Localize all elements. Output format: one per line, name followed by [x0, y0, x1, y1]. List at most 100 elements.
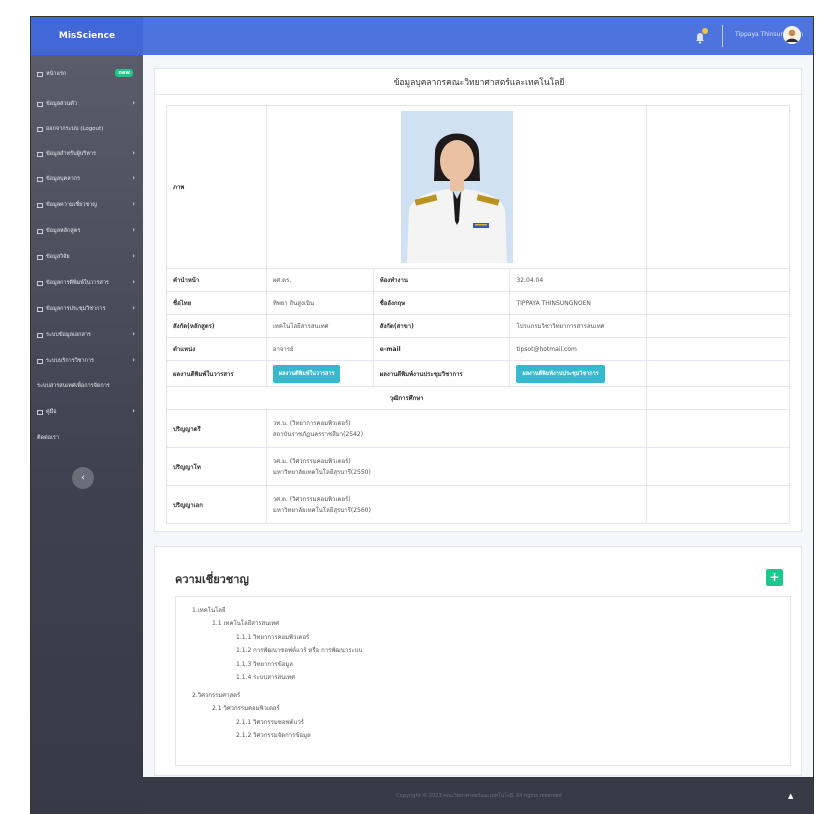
sidebar-item-label: ข้อมูลสำหรับผู้บริหาร	[46, 151, 96, 157]
chevron-right-icon: ›	[132, 149, 135, 157]
sidebar-item-label: ข้อมูลความเชี่ยวชาญ	[46, 202, 97, 208]
table-row: สังกัด(หลักสูตร) เทคโนโลยีสารสนเทศ สังกั…	[166, 314, 790, 338]
sidebar-item-label: หน้าแรก	[46, 71, 67, 77]
education-header: วุฒิการศึกษา	[165, 386, 648, 410]
expertise-title: ความเชี่ยวชาญ	[175, 573, 249, 586]
sidebar-item-personnel[interactable]: ข้อมูลบุคลากร ›	[31, 168, 143, 190]
education-detail: วศ.ด. (วิศวกรรมคอมพิวเตอร์) มหาวิทยาลัยเ…	[265, 485, 648, 524]
add-expertise-button[interactable]: +	[766, 569, 783, 586]
journal-button[interactable]: ผลงานตีพิมพ์ในวารสาร	[272, 364, 341, 383]
sidebar: หน้าแรก new ข้อมูลส่วนตัว › ออกจากระบบ (…	[31, 55, 143, 814]
education-level: ปริญญาโท	[166, 447, 267, 486]
sidebar-item-executive[interactable]: ข้อมูลสำหรับผู้บริหาร ›	[31, 143, 143, 165]
profile-card-title: ข้อมูลบุคลากรคณะวิทยาศาสตร์และเทคโนโลยี	[155, 69, 803, 95]
scroll-top-icon[interactable]: ▲	[788, 792, 793, 800]
expertise-card: ความเชี่ยวชาญ + 1.เทคโนโลยี 1.1 เทคโนโลย…	[154, 546, 802, 776]
list-icon	[37, 176, 43, 182]
journal-cell: ผลงานตีพิมพ์ในวารสาร	[265, 360, 374, 387]
field-label: ตำแหน่ง	[166, 337, 267, 361]
field-value: โปรแกรมวิชาวิทยาการสารสนเทศ	[509, 314, 648, 338]
sidebar-item-documents[interactable]: ระบบข้อมูลเอกสาร ›	[31, 324, 143, 346]
institution-name: มหาวิทยาลัยเทคโนโลยีสุรนารี(2550)	[272, 468, 371, 476]
brand-logo[interactable]: MisScience	[31, 17, 143, 55]
list-item: 1.เทคโนโลยี	[192, 607, 226, 614]
sidebar-item-expertise[interactable]: ข้อมูลความเชี่ยวชาญ ›	[31, 194, 143, 216]
notification-badge	[702, 28, 708, 34]
table-row: คำนำหน้า ผศ.ดร. ห้องทำงาน 32.04.04	[166, 268, 790, 292]
education-header-row: วุฒิการศึกษา	[165, 386, 790, 410]
field-label: สังกัด(หลักสูตร)	[166, 314, 267, 338]
empty-cell	[646, 314, 790, 338]
sidebar-item-home[interactable]: หน้าแรก new	[31, 63, 143, 85]
field-label: สังกัด(สาขา)	[372, 314, 511, 338]
topbar-divider	[722, 25, 723, 47]
sidebar-item-curriculum[interactable]: ข้อมูลหลักสูตร ›	[31, 220, 143, 242]
list-icon	[37, 228, 43, 234]
sidebar-item-label: ข้อมูลส่วนตัว	[46, 101, 77, 107]
sidebar-item-conference[interactable]: ข้อมูลการประชุมวิชาการ ›	[31, 298, 143, 320]
list-icon	[37, 202, 43, 208]
sidebar-item-profile[interactable]: ข้อมูลส่วนตัว ›	[31, 93, 143, 115]
list-item: 1.1.1 วิทยาการคอมพิวเตอร์	[236, 634, 310, 641]
sidebar-item-contact[interactable]: ติดต่อเรา	[31, 427, 143, 449]
sidebar-item-mis[interactable]: ระบบสารสนเทศเพื่อการจัดการ	[31, 375, 143, 397]
list-icon	[37, 101, 43, 107]
main-content: ข้อมูลบุคลากรคณะวิทยาศาสตร์และเทคโนโลยี …	[143, 55, 813, 777]
sidebar-item-academic-service[interactable]: ระบบบริการวิชาการ ›	[31, 350, 143, 372]
chevron-right-icon: ›	[132, 304, 135, 312]
list-item: 2.วิศวกรรมศาสตร์	[192, 692, 241, 699]
sidebar-item-research[interactable]: ข้อมูลวิจัย ›	[31, 246, 143, 268]
empty-cell	[646, 105, 790, 269]
sidebar-item-label: ข้อมูลการประชุมวิชาการ	[46, 306, 106, 312]
user-avatar-icon[interactable]	[783, 26, 801, 44]
list-item: 1.1 เทคโนโลยีสารสนเทศ	[212, 620, 280, 627]
chevron-right-icon: ›	[132, 278, 135, 286]
photo-label: ภาพ	[166, 105, 267, 269]
chevron-right-icon: ›	[132, 200, 135, 208]
empty-cell	[646, 485, 790, 524]
education-level: ปริญญาเอก	[166, 485, 267, 524]
chevron-right-icon: ›	[132, 226, 135, 234]
empty-cell	[646, 386, 790, 410]
profile-photo	[400, 111, 513, 263]
sidebar-collapse-button[interactable]: ‹	[72, 467, 94, 489]
list-item: 1.1.3 วิทยาการข้อมูล	[236, 661, 293, 668]
education-row: ปริญญาเอก วศ.ด. (วิศวกรรมคอมพิวเตอร์) มห…	[166, 485, 790, 524]
sidebar-item-manual[interactable]: คู่มือ ›	[31, 401, 143, 423]
photo-cell	[265, 105, 648, 269]
chevron-right-icon: ›	[132, 99, 135, 107]
institution-name: มหาวิทยาลัยเทคโนโลยีสุรนารี(2560)	[272, 506, 371, 514]
degree-name: วศ.ม. (วิศวกรรมคอมพิวเตอร์)	[272, 457, 351, 465]
empty-cell	[646, 447, 790, 486]
institution-name: สถาบันราชภัฏนครราชสีมา(2542)	[272, 430, 364, 438]
conference-cell: ผลงานตีพิมพ์งานประชุมวิชาการ	[509, 360, 648, 387]
notification-bell-icon[interactable]	[694, 28, 708, 44]
empty-cell	[646, 268, 790, 292]
new-badge: new	[115, 69, 133, 77]
top-navbar: MisScience Tippaya Thinsungnoen	[31, 17, 813, 55]
list-item: 1.1.4 ระบบสารสนเทศ	[236, 674, 296, 681]
list-item: 2.1.2 วิศวกรรมจัดการข้อมูล	[236, 732, 311, 739]
chevron-right-icon: ›	[132, 356, 135, 364]
education-row: ปริญญาตรี วท.บ. (วิทยาการคอมพิวเตอร์) สถ…	[166, 409, 790, 448]
education-level: ปริญญาตรี	[166, 409, 267, 448]
education-row: ปริญญาโท วศ.ม. (วิศวกรรมคอมพิวเตอร์) มหา…	[166, 447, 790, 486]
sidebar-item-logout[interactable]: ออกจากระบบ (Logout)	[31, 118, 143, 140]
field-label: ชื่ออังกฤษ	[372, 291, 511, 315]
list-icon	[37, 151, 43, 157]
education-detail: วศ.ม. (วิศวกรรมคอมพิวเตอร์) มหาวิทยาลัยเ…	[265, 447, 648, 486]
footer: Copyright © 2023 คณะวิทยาศาสตร์และเทคโนโ…	[143, 777, 813, 814]
chevron-right-icon: ›	[132, 252, 135, 260]
sidebar-item-label: ระบบบริการวิชาการ	[46, 358, 94, 364]
list-icon	[37, 254, 43, 260]
copyright-text: Copyright © 2023 คณะวิทยาศาสตร์และเทคโนโ…	[396, 793, 562, 799]
chevron-left-icon: ‹	[81, 473, 85, 483]
sidebar-item-journal[interactable]: ข้อมูลการตีพิมพ์ในวารสาร ›	[31, 272, 143, 294]
field-label: ชื่อไทย	[166, 291, 267, 315]
list-icon	[37, 306, 43, 312]
conference-button[interactable]: ผลงานตีพิมพ์งานประชุมวิชาการ	[516, 364, 605, 383]
app-window: MisScience Tippaya Thinsungnoen หน้าแรก …	[30, 16, 814, 814]
table-row: ตำแหน่ง อาจารย์ e-mail tipsot@hotmail.co…	[166, 337, 790, 361]
list-item: 2.1.1 วิศวกรรมซอฟต์แวร์	[236, 719, 305, 726]
sidebar-item-label: ข้อมูลบุคลากร	[46, 176, 80, 182]
